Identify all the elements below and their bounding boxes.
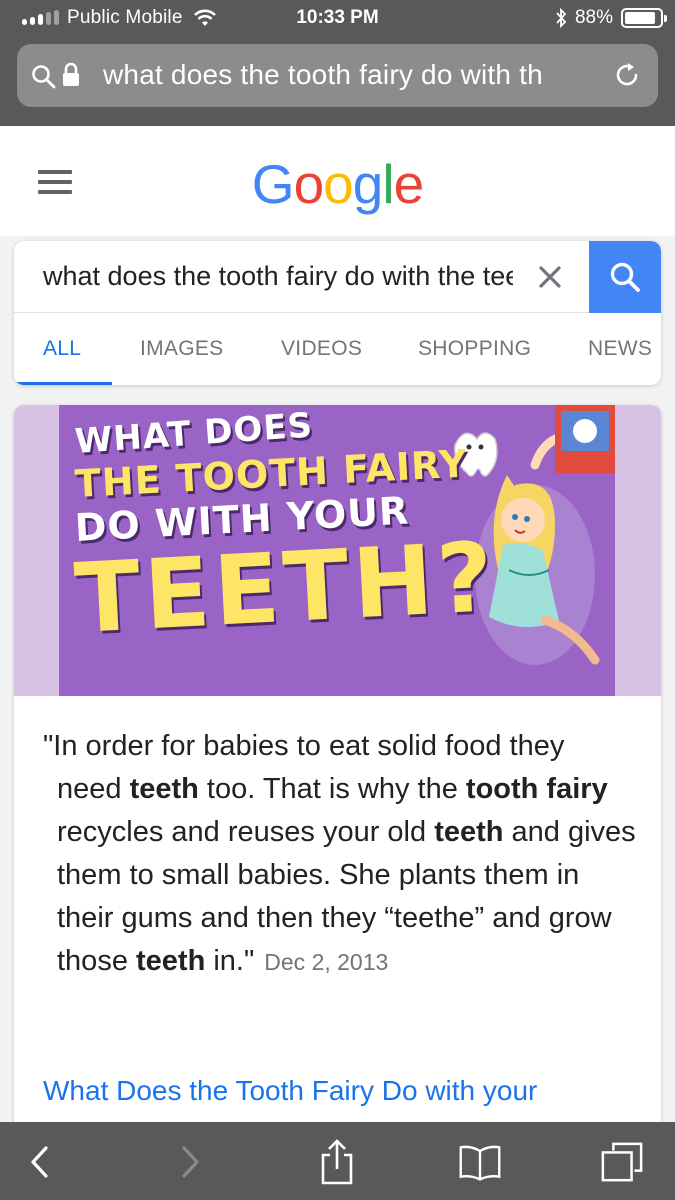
thumbnail-title: WHAT DOES THE TOOTH FAIRY DO WITH YOUR T… — [72, 405, 500, 655]
search-tabs: ALL IMAGES VIDEOS SHOPPING NEWS — [14, 313, 661, 385]
bookmarks-icon — [459, 1145, 501, 1181]
search-icon — [32, 65, 56, 89]
tabs-icon — [601, 1142, 643, 1182]
search-row: what does the tooth fairy do with the te… — [14, 241, 661, 313]
google-logo[interactable]: Google — [0, 152, 675, 216]
safari-toolbar — [0, 1122, 675, 1200]
search-input[interactable]: what does the tooth fairy do with the te… — [43, 261, 513, 295]
web-page: Google what does the tooth fairy do with… — [0, 126, 675, 1122]
bookmarks-button[interactable] — [458, 1140, 502, 1184]
tab-videos[interactable]: VIDEOS — [281, 337, 362, 361]
url-fade — [557, 54, 617, 98]
wifi-icon — [193, 9, 216, 26]
search-card: what does the tooth fairy do with the te… — [14, 241, 661, 385]
safari-top-chrome: Public Mobile 10:33 PM 88% what does the… — [0, 0, 675, 126]
search-button[interactable] — [589, 241, 661, 313]
status-left: Public Mobile — [22, 7, 217, 29]
clear-icon[interactable] — [534, 261, 566, 293]
url-bar[interactable]: what does the tooth fairy do with th — [17, 44, 658, 107]
tab-images[interactable]: IMAGES — [140, 337, 223, 361]
back-icon — [31, 1146, 48, 1178]
status-right: 88% — [555, 7, 667, 29]
share-button[interactable] — [315, 1139, 359, 1185]
url-text[interactable]: what does the tooth fairy do with th — [103, 59, 603, 93]
forward-button[interactable] — [168, 1140, 212, 1184]
back-button[interactable] — [18, 1140, 62, 1184]
search-icon — [610, 262, 640, 292]
thumbnail: WHAT DOES THE TOOTH FAIRY DO WITH YOUR T… — [59, 405, 615, 696]
tabs-button[interactable] — [600, 1140, 644, 1184]
lock-icon — [63, 62, 79, 86]
tab-news[interactable]: NEWS — [588, 337, 652, 361]
featured-snippet-card: WHAT DOES THE TOOTH FAIRY DO WITH YOUR T… — [14, 405, 661, 1122]
carrier-name: Public Mobile — [67, 7, 183, 28]
bluetooth-icon — [556, 8, 567, 28]
battery-percent: 88% — [574, 7, 613, 28]
tab-all[interactable]: ALL — [43, 337, 81, 361]
reload-icon[interactable] — [612, 60, 642, 90]
result-image[interactable]: WHAT DOES THE TOOTH FAIRY DO WITH YOUR T… — [14, 405, 661, 696]
snippet-text: "In order for babies to eat solid food t… — [43, 730, 636, 977]
tab-shopping[interactable]: SHOPPING — [418, 337, 531, 361]
battery-icon — [621, 8, 667, 28]
share-icon — [321, 1139, 353, 1185]
battery-level-fill — [625, 12, 655, 24]
snippet-date: Dec 2, 2013 — [264, 949, 389, 975]
status-bar: Public Mobile 10:33 PM 88% — [0, 0, 675, 38]
active-tab-indicator — [14, 382, 112, 385]
result-title-link[interactable]: What Does the Tooth Fairy Do with your — [43, 1075, 537, 1107]
google-header: Google — [0, 126, 675, 236]
signal-strength-icon — [22, 10, 59, 25]
forward-icon — [182, 1146, 199, 1178]
